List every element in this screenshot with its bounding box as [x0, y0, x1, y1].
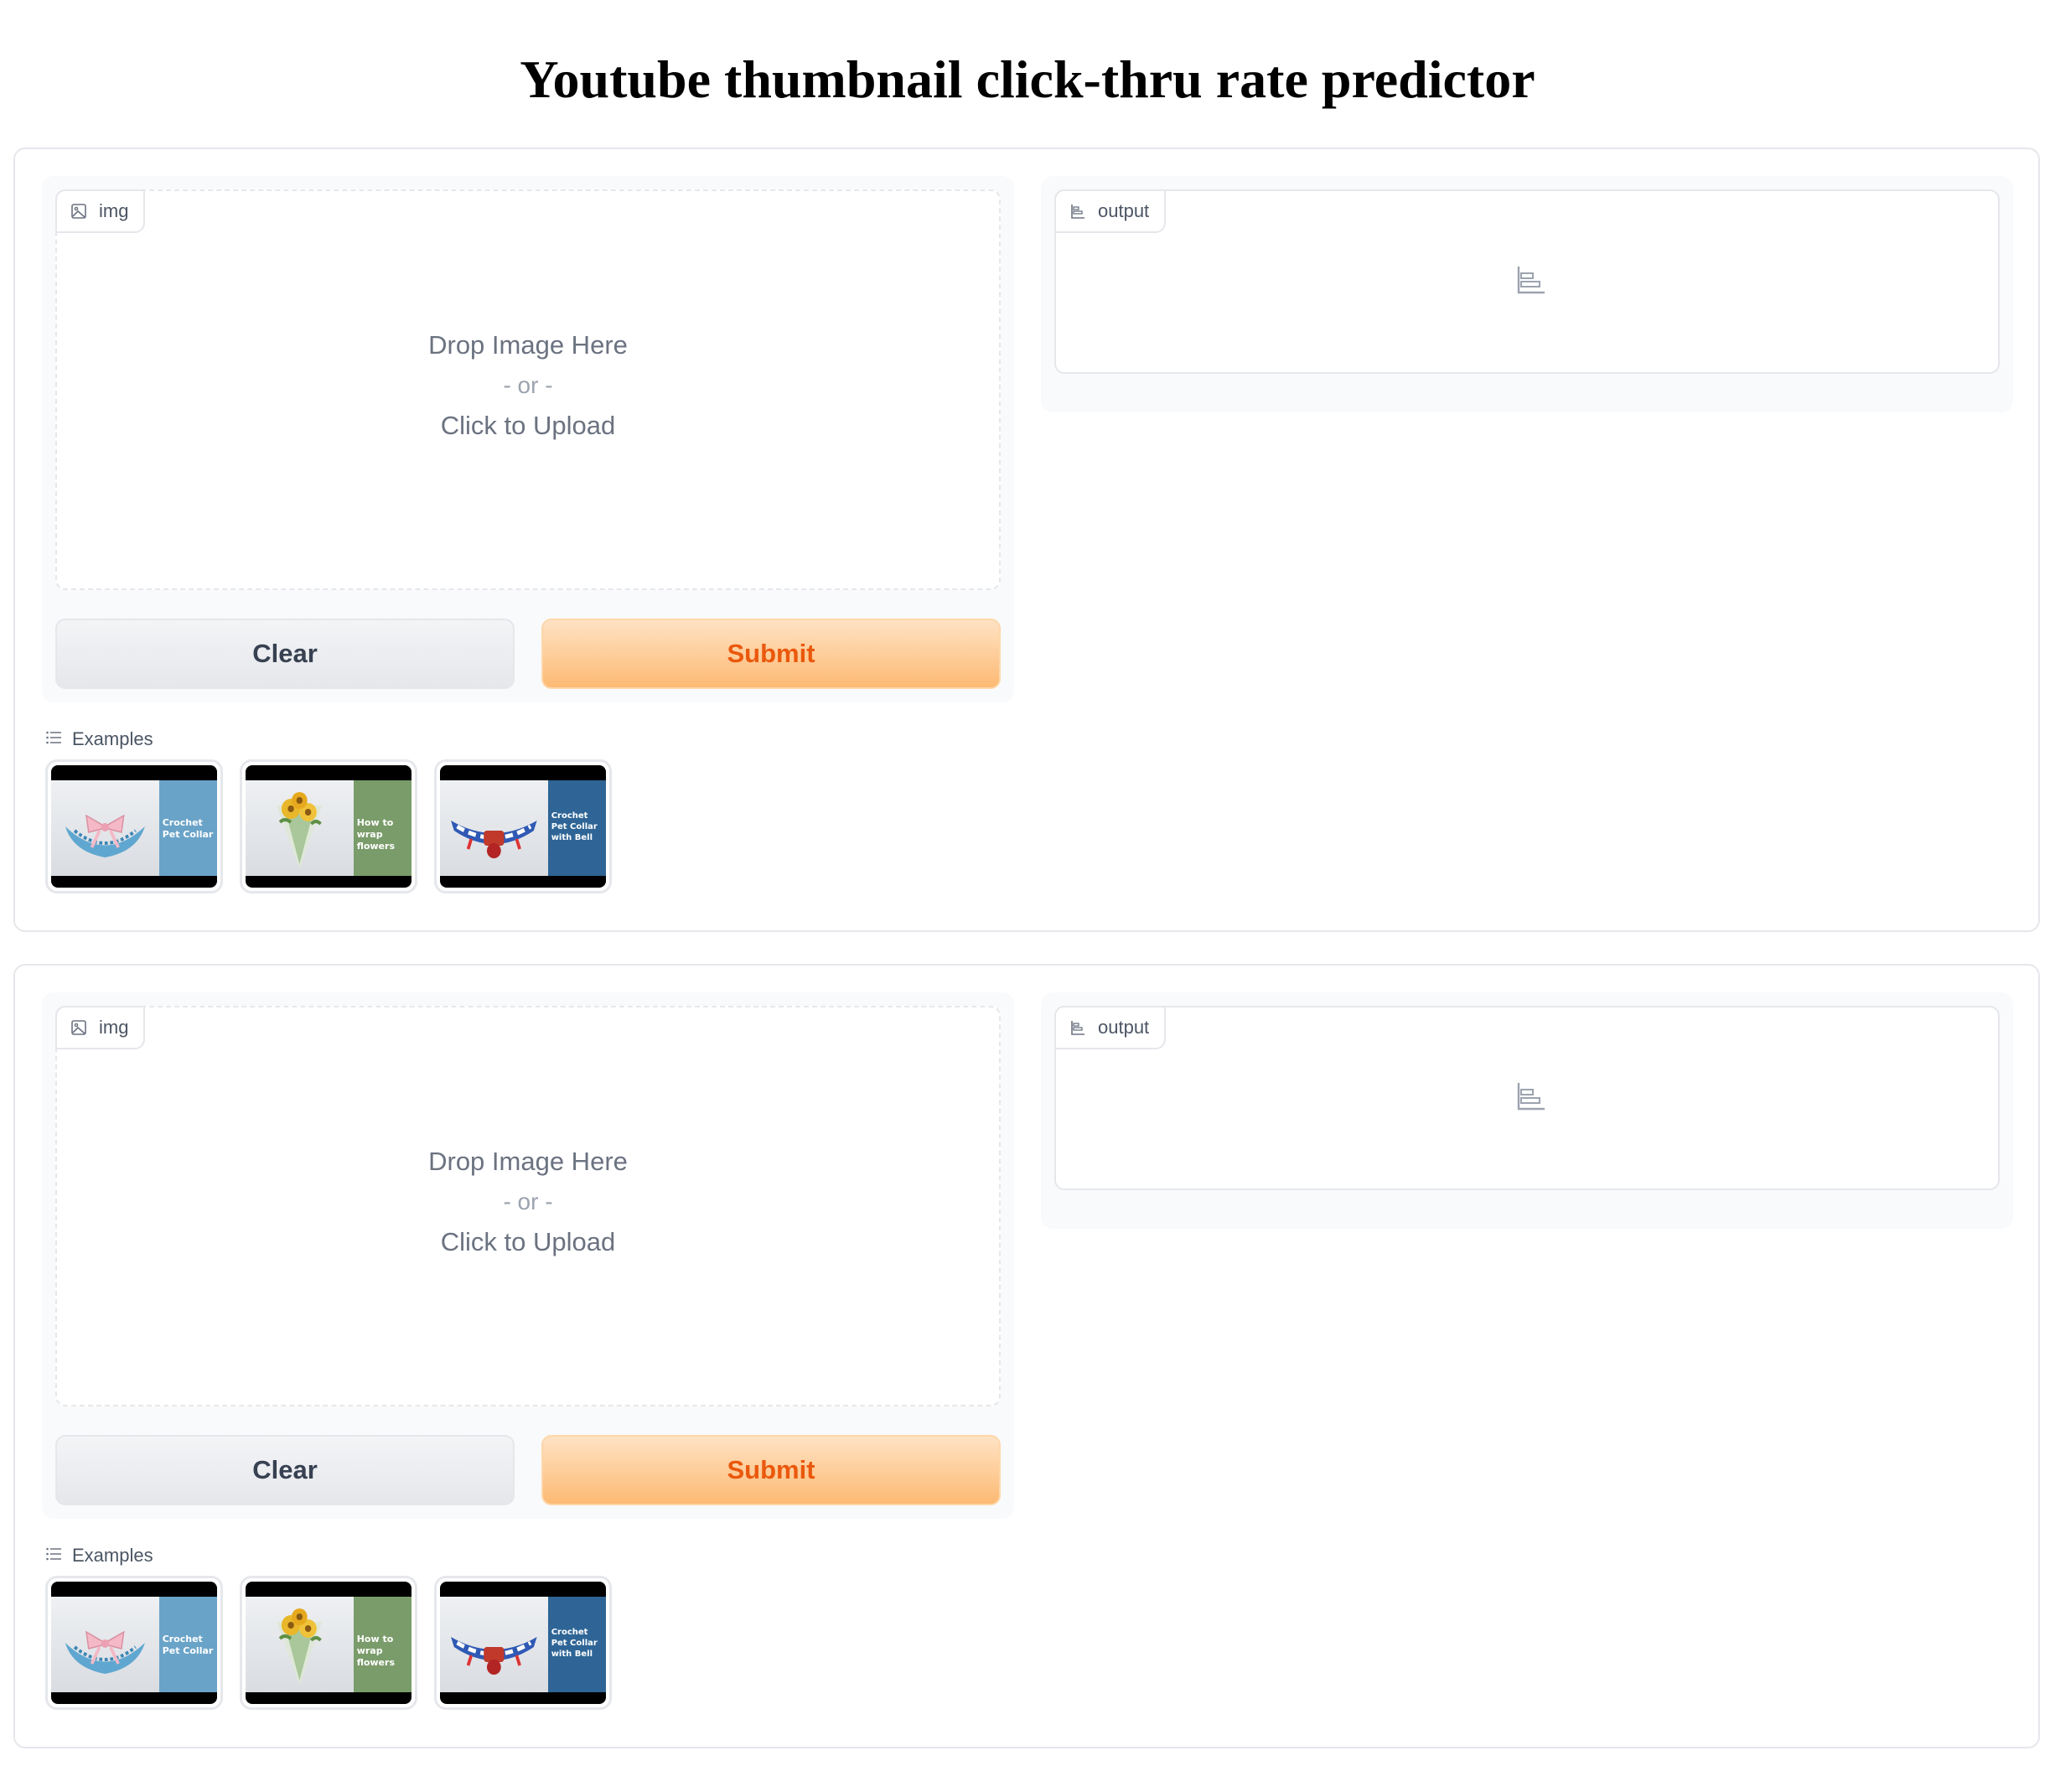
output-column: output — [1041, 992, 2013, 1229]
bar-chart-icon — [1069, 1019, 1086, 1036]
input-label: img — [99, 1017, 129, 1038]
blue-collar-photo-icon — [440, 780, 548, 876]
interface-panel-2: img Drop Image Here - or - Click to Uplo… — [13, 964, 2040, 1748]
example-thumbnail-3[interactable]: Crochet Pet Collar with Bell — [434, 1576, 612, 1710]
thumbnail-caption: Crochet Pet Collar with Bell — [547, 780, 606, 876]
thumbnail-caption: Crochet Pet Collar — [158, 1597, 217, 1692]
image-icon — [70, 203, 87, 220]
example-thumbnail-1[interactable]: Crochet Pet Collar — [45, 1576, 223, 1710]
empty-chart-icon — [1515, 1081, 1545, 1116]
example-thumbnail-2[interactable]: How to wrap flowers — [240, 759, 417, 893]
image-upload-dropzone[interactable]: img Drop Image Here - or - Click to Uplo… — [55, 1006, 1001, 1406]
empty-chart-icon — [1515, 265, 1545, 299]
interface-panel-1: img Drop Image Here - or - Click to Uplo… — [13, 148, 2040, 932]
sunflower-bouquet-photo-icon — [246, 1597, 354, 1692]
input-column: img Drop Image Here - or - Click to Uplo… — [42, 176, 1014, 702]
drop-text: Drop Image Here — [428, 330, 628, 360]
output-label-tag: output — [1054, 1006, 1167, 1049]
example-thumbnail-2[interactable]: How to wrap flowers — [240, 1576, 417, 1710]
examples-label: Examples — [72, 728, 153, 749]
or-text: - or - — [503, 1189, 553, 1215]
or-text: - or - — [503, 372, 553, 398]
example-thumbnail-3[interactable]: Crochet Pet Collar with Bell — [434, 759, 612, 893]
drop-instructions: Drop Image Here - or - Click to Upload — [57, 1142, 999, 1262]
examples-header: Examples — [45, 726, 153, 753]
clear-button[interactable]: Clear — [55, 619, 515, 689]
list-icon — [45, 728, 62, 750]
submit-button[interactable]: Submit — [541, 1435, 1001, 1505]
image-icon — [70, 1019, 87, 1036]
drop-text: Drop Image Here — [428, 1147, 628, 1176]
examples-label: Examples — [72, 1545, 153, 1566]
thumbnail-caption: How to wrap flowers — [353, 780, 412, 876]
image-upload-dropzone[interactable]: img Drop Image Here - or - Click to Uplo… — [55, 189, 1001, 590]
input-column: img Drop Image Here - or - Click to Uplo… — [42, 992, 1014, 1519]
output-label: output — [1098, 1017, 1150, 1038]
examples-gallery: Crochet Pet Collar How to wrap flowers C… — [45, 1576, 612, 1710]
output-label: output — [1098, 200, 1150, 221]
blue-collar-photo-icon — [440, 1597, 548, 1692]
click-to-upload-text: Click to Upload — [440, 1227, 616, 1256]
sunflower-bouquet-photo-icon — [246, 780, 354, 876]
examples-header: Examples — [45, 1542, 153, 1569]
output-label-tag: output — [1054, 189, 1167, 233]
submit-button[interactable]: Submit — [541, 619, 1001, 689]
thumbnail-caption: Crochet Pet Collar with Bell — [547, 1597, 606, 1692]
thumbnail-caption: How to wrap flowers — [353, 1597, 412, 1692]
pink-collar-photo-icon — [51, 1597, 159, 1692]
thumbnail-caption: Crochet Pet Collar — [158, 780, 217, 876]
output-column: output — [1041, 176, 2013, 412]
output-box: output — [1054, 1006, 2000, 1190]
example-thumbnail-1[interactable]: Crochet Pet Collar — [45, 759, 223, 893]
click-to-upload-text: Click to Upload — [440, 411, 616, 440]
input-label: img — [99, 200, 129, 221]
page-title: Youtube thumbnail click-thru rate predic… — [520, 49, 1535, 109]
pink-collar-photo-icon — [51, 780, 159, 876]
input-label-tag: img — [55, 1006, 146, 1049]
drop-instructions: Drop Image Here - or - Click to Upload — [57, 325, 999, 446]
bar-chart-icon — [1069, 203, 1086, 220]
examples-gallery: Crochet Pet Collar How to wrap flowers C… — [45, 759, 612, 893]
clear-button[interactable]: Clear — [55, 1435, 515, 1505]
output-box: output — [1054, 189, 2000, 374]
input-label-tag: img — [55, 189, 146, 233]
list-icon — [45, 1545, 62, 1567]
